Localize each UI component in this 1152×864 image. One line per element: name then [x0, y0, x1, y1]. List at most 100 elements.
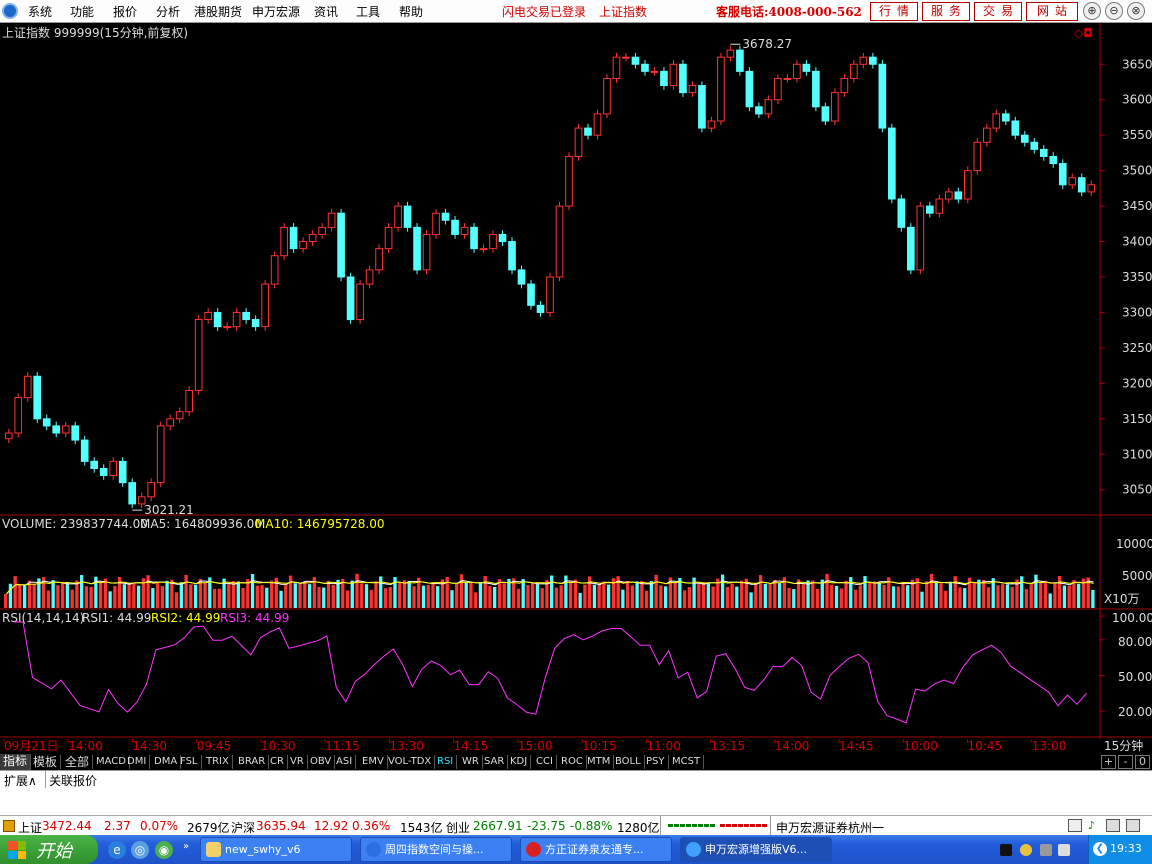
volume-bar: [122, 584, 127, 608]
tab-cci[interactable]: CCI: [533, 755, 557, 769]
sh-value: 3472.44: [42, 819, 92, 833]
tab-roc[interactable]: ROC: [558, 755, 587, 769]
candle-body: [954, 191, 963, 200]
volume-bar: [65, 582, 70, 608]
menu-function[interactable]: 功能: [70, 3, 94, 20]
candle-body: [679, 63, 687, 94]
volume-bar: [421, 585, 426, 608]
menu-news[interactable]: 资讯: [314, 3, 338, 20]
tab-indicator[interactable]: 指标: [0, 754, 32, 770]
menu-tools[interactable]: 工具: [356, 3, 380, 20]
tab-dmi[interactable]: DMI: [124, 755, 151, 769]
zoom-in-button[interactable]: +: [1101, 755, 1116, 769]
website-button[interactable]: 网站: [1026, 2, 1078, 21]
task-browser-article[interactable]: 周四指数空间与操...: [360, 837, 512, 862]
tab-wr[interactable]: WR: [459, 755, 483, 769]
tab-template[interactable]: 模板: [30, 755, 62, 769]
menu-swhy[interactable]: 申万宏源: [252, 3, 300, 20]
volume-bar: [687, 587, 692, 608]
volume-bar: [388, 586, 392, 608]
candle-body: [498, 233, 507, 243]
task-swhy-v6[interactable]: 申万宏源增强版V6...: [680, 837, 832, 862]
trade-login-status: 闪电交易已登录: [502, 5, 587, 19]
tray-app-icon[interactable]: [1058, 844, 1070, 856]
tab-boll[interactable]: BOLL: [612, 755, 645, 769]
volume-ma5: MA5: 164809936.00: [140, 517, 262, 531]
volume-bar: [963, 588, 967, 608]
tab-obv[interactable]: OBV: [307, 755, 336, 769]
tab-all[interactable]: 全部: [62, 755, 94, 769]
menu-quote[interactable]: 报价: [113, 3, 137, 20]
browser-icon[interactable]: ◉: [155, 841, 173, 859]
period-label[interactable]: 15分钟: [1104, 738, 1143, 753]
windows-taskbar: 开始 e ◎ ◉ » new_swhy_v6 周四指数空间与操... 方正证券泉…: [0, 835, 1152, 864]
tab-mcst[interactable]: MCST: [669, 755, 705, 769]
settings-icon[interactable]: [1126, 819, 1140, 832]
candle-body: [1087, 184, 1096, 193]
tab-emv[interactable]: EMV: [359, 755, 388, 769]
service-button[interactable]: 服务: [922, 2, 970, 21]
status-index-icon[interactable]: [3, 820, 15, 832]
tray-app-icon[interactable]: [1020, 844, 1032, 856]
volume-layer: [4, 573, 1095, 608]
candle-body: [622, 56, 630, 59]
trade-button[interactable]: 交易: [974, 2, 1022, 21]
tray-app-icon[interactable]: [1040, 844, 1052, 856]
menu-hk-futures[interactable]: 港股期货: [194, 3, 242, 20]
menu-help[interactable]: 帮助: [399, 3, 423, 20]
quick-launch-expand-icon[interactable]: »: [183, 841, 189, 852]
volume-bar: [360, 583, 364, 608]
x-tick-label: 13:15: [711, 739, 746, 753]
volume-bar: [531, 582, 535, 608]
tray-expand-icon[interactable]: ❮: [1093, 842, 1107, 856]
restore-icon[interactable]: ⊖: [1105, 2, 1123, 20]
layout-icon[interactable]: [1068, 819, 1082, 832]
kline-chart[interactable]: 上证指数 999999(15分钟,前复权) ◇◘ VOLUME: 2398377…: [0, 23, 1152, 754]
minimize-icon[interactable]: ⊕: [1083, 2, 1101, 20]
task-founder-securities[interactable]: 方正证券泉友通专...: [520, 837, 672, 862]
tab-asi[interactable]: ASI: [333, 755, 357, 769]
related-quote-tab[interactable]: 关联报价: [49, 772, 97, 789]
tab-trix[interactable]: TRIX: [203, 755, 233, 769]
tab-rsi[interactable]: RSI: [434, 755, 458, 769]
candle-body: [356, 283, 364, 321]
tab-kdj[interactable]: KDJ: [507, 755, 532, 769]
tab-vr[interactable]: VR: [287, 755, 308, 769]
tab-brar[interactable]: BRAR: [235, 755, 270, 769]
tab-fsl[interactable]: FSL: [177, 755, 202, 769]
app-logo-icon[interactable]: [2, 3, 18, 19]
chrome-icon[interactable]: ◎: [131, 841, 149, 859]
tab-sar[interactable]: SAR: [481, 755, 509, 769]
panel-icon[interactable]: [1106, 819, 1120, 832]
volume-bar: [872, 581, 877, 608]
candle-body: [204, 311, 212, 321]
volume-bar: [953, 576, 957, 608]
volume-bar: [573, 579, 578, 608]
menu-analysis[interactable]: 分析: [156, 3, 180, 20]
tab-cr[interactable]: CR: [267, 755, 288, 769]
volume-bar: [1005, 584, 1010, 608]
volume-bar: [554, 587, 559, 608]
tray-app-icon[interactable]: [1000, 844, 1012, 856]
task-new-swhy[interactable]: new_swhy_v6: [200, 837, 352, 862]
chart-corner-icons[interactable]: ◇◘: [1074, 26, 1093, 40]
volume-bar: [89, 586, 93, 608]
reset-button[interactable]: 0: [1135, 755, 1150, 769]
signal-icon: ♪: [1088, 819, 1096, 832]
zoom-out-button[interactable]: -: [1118, 755, 1133, 769]
ie-icon[interactable]: e: [108, 841, 126, 859]
tab-vol-tdx[interactable]: VOL-TDX: [385, 755, 436, 769]
expand-tab[interactable]: 扩展∧: [4, 772, 37, 789]
tab-mtm[interactable]: MTM: [584, 755, 615, 769]
candle-body: [346, 276, 355, 321]
candle-body: [213, 311, 222, 328]
candle-body: [280, 226, 288, 257]
volume-bar: [56, 585, 60, 608]
start-button[interactable]: 开始: [0, 835, 98, 864]
volume-bar: [1043, 580, 1048, 608]
menu-system[interactable]: 系统: [28, 3, 52, 20]
tab-psy[interactable]: PSY: [643, 755, 669, 769]
candle-body: [365, 269, 374, 285]
close-icon[interactable]: ⊗: [1127, 2, 1145, 20]
market-button[interactable]: 行情: [870, 2, 918, 21]
